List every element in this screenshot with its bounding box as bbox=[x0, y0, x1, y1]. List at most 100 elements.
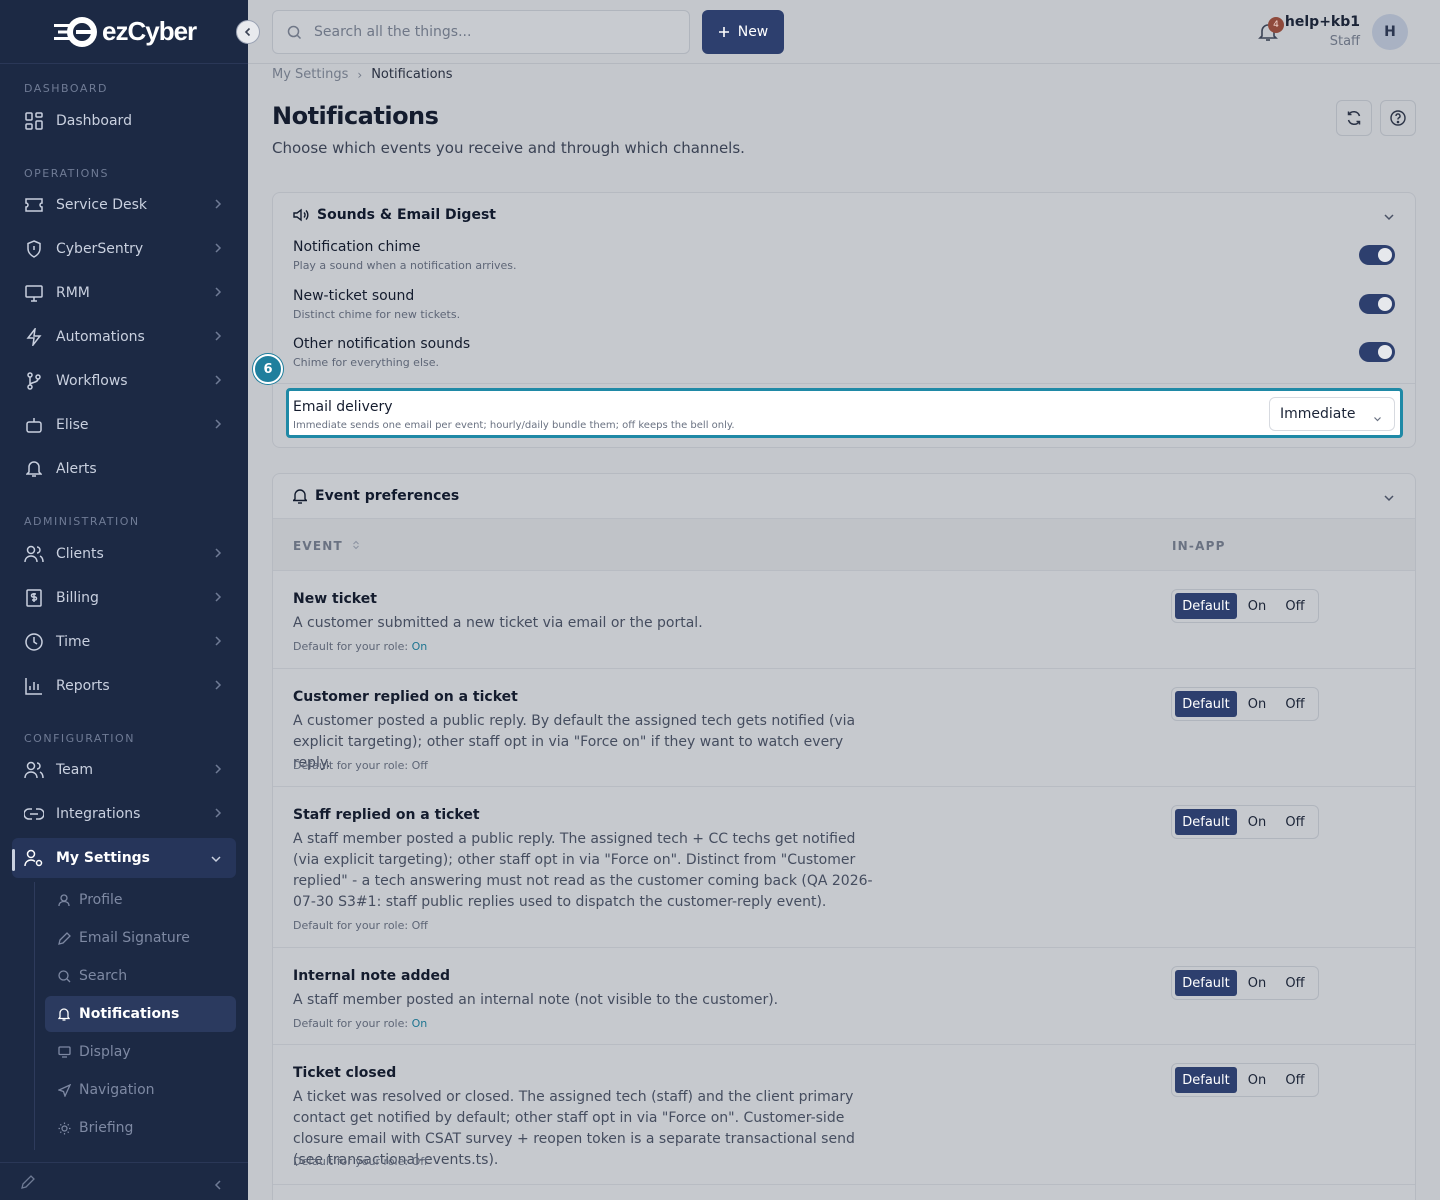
sidebar-item-rmm[interactable]: RMM bbox=[12, 273, 236, 313]
setting-title: Notification chime bbox=[293, 239, 421, 255]
help-button[interactable] bbox=[1380, 100, 1416, 136]
submenu-guide-line bbox=[34, 882, 35, 1150]
option-default[interactable]: Default bbox=[1175, 809, 1237, 835]
sidebar-item-cybersentry[interactable]: CyberSentry bbox=[12, 229, 236, 269]
logo-mark-icon bbox=[54, 15, 100, 49]
column-header-event[interactable]: EVENT bbox=[293, 539, 360, 553]
sidebar-item-label: CyberSentry bbox=[56, 241, 144, 257]
sidebar-subitem-profile[interactable]: Profile bbox=[45, 882, 236, 918]
sidebar-subitem-navigation[interactable]: Navigation bbox=[45, 1072, 236, 1108]
table-row: Ticket closed A ticket was resolved or c… bbox=[273, 1045, 1415, 1185]
sidebar-item-elise[interactable]: Elise bbox=[12, 405, 236, 445]
option-default[interactable]: Default bbox=[1175, 691, 1237, 717]
event-title: New ticket bbox=[293, 591, 377, 607]
option-on[interactable]: On bbox=[1237, 970, 1277, 996]
option-off[interactable]: Off bbox=[1277, 1067, 1313, 1093]
sidebar-item-clients[interactable]: Clients bbox=[12, 534, 236, 574]
collapse-sidebar-icon[interactable] bbox=[214, 1176, 222, 1195]
chevron-down-icon[interactable] bbox=[1383, 490, 1395, 506]
sidebar-subitem-briefing[interactable]: Briefing bbox=[45, 1110, 236, 1146]
in-app-segmented-control: Default On Off bbox=[1171, 966, 1319, 1000]
clock-icon bbox=[24, 632, 44, 652]
role-value: Off bbox=[411, 1155, 428, 1168]
setting-description: Chime for everything else. bbox=[293, 356, 439, 369]
sidebar-item-label: Alerts bbox=[56, 461, 97, 477]
sidebar-subitem-label: Email Signature bbox=[79, 930, 190, 946]
chevron-right-icon bbox=[214, 547, 222, 563]
sidebar-subitem-search[interactable]: Search bbox=[45, 958, 236, 994]
page-subtitle: Choose which events you receive and thro… bbox=[272, 139, 745, 157]
refresh-icon bbox=[1346, 110, 1362, 126]
events-card-header[interactable]: Event preferences bbox=[273, 474, 1415, 518]
step-marker-badge: 6 bbox=[253, 354, 283, 384]
avatar[interactable]: H bbox=[1372, 14, 1408, 50]
option-off[interactable]: Off bbox=[1277, 691, 1313, 717]
option-default[interactable]: Default bbox=[1175, 593, 1237, 619]
speaker-icon bbox=[293, 208, 309, 222]
brand-logo[interactable]: ezCyber bbox=[0, 0, 248, 64]
sidebar-item-my-settings[interactable]: My Settings bbox=[12, 838, 236, 878]
other-sounds-toggle[interactable] bbox=[1359, 342, 1395, 362]
notification-count-badge: 4 bbox=[1268, 17, 1284, 33]
setting-description: Play a sound when a notification arrives… bbox=[293, 259, 517, 272]
option-on[interactable]: On bbox=[1237, 809, 1277, 835]
notifications-button[interactable]: 4 bbox=[1256, 17, 1284, 44]
role-value: Off bbox=[411, 919, 428, 932]
chevron-right-icon bbox=[214, 242, 222, 258]
sidebar-item-alerts[interactable]: Alerts bbox=[12, 449, 236, 489]
sidebar-item-reports[interactable]: Reports bbox=[12, 666, 236, 706]
page-title: Notifications bbox=[272, 102, 439, 130]
user-name: help+kb1 bbox=[1284, 14, 1360, 30]
sidebar-footer bbox=[0, 1162, 248, 1200]
notification-chime-toggle[interactable] bbox=[1359, 245, 1395, 265]
event-description: A staff member posted a public reply. Th… bbox=[293, 831, 873, 910]
sidebar-item-billing[interactable]: Billing bbox=[12, 578, 236, 618]
breadcrumb-parent[interactable]: My Settings bbox=[272, 67, 348, 82]
option-on[interactable]: On bbox=[1237, 593, 1277, 619]
monitor-icon bbox=[24, 283, 44, 303]
sidebar-subitem-notifications[interactable]: Notifications bbox=[45, 996, 236, 1032]
email-delivery-title: Email delivery bbox=[293, 399, 393, 415]
user-cog-icon bbox=[24, 848, 44, 868]
option-off[interactable]: Off bbox=[1277, 970, 1313, 996]
sidebar-toggle-button[interactable] bbox=[236, 20, 260, 44]
refresh-button[interactable] bbox=[1336, 100, 1372, 136]
option-default[interactable]: Default bbox=[1175, 970, 1237, 996]
user-info[interactable]: help+kb1 Staff bbox=[1285, 14, 1360, 49]
sidebar-item-automations[interactable]: Automations bbox=[12, 317, 236, 357]
option-off[interactable]: Off bbox=[1277, 809, 1313, 835]
chevron-right-icon bbox=[214, 763, 222, 779]
option-on[interactable]: On bbox=[1237, 1067, 1277, 1093]
sidebar-item-time[interactable]: Time bbox=[12, 622, 236, 662]
email-delivery-select[interactable]: Immediate bbox=[1269, 397, 1395, 431]
chevron-right-icon bbox=[214, 635, 222, 651]
option-off[interactable]: Off bbox=[1277, 593, 1313, 619]
shield-icon bbox=[24, 239, 44, 259]
sidebar-subitem-label: Briefing bbox=[79, 1120, 134, 1136]
sidebar-item-integrations[interactable]: Integrations bbox=[12, 794, 236, 834]
sidebar-item-label: Clients bbox=[56, 546, 104, 562]
sidebar-item-team[interactable]: Team bbox=[12, 750, 236, 790]
sidebar-item-service-desk[interactable]: Service Desk bbox=[12, 185, 236, 225]
search-input[interactable]: Search all the things... bbox=[272, 10, 690, 54]
new-button[interactable]: New bbox=[702, 10, 784, 54]
divider bbox=[273, 383, 1415, 384]
main-content: Search all the things... New 4 help+kb1 … bbox=[248, 0, 1440, 1200]
event-role-default: Default for your role: Off bbox=[293, 759, 428, 772]
breadcrumb-current: Notifications bbox=[371, 67, 453, 82]
chevron-down-icon[interactable] bbox=[1383, 209, 1395, 225]
sidebar-item-workflows[interactable]: Workflows bbox=[12, 361, 236, 401]
event-role-default: Default for your role: On bbox=[293, 640, 427, 653]
option-default[interactable]: Default bbox=[1175, 1067, 1237, 1093]
link-icon bbox=[24, 804, 44, 824]
chevron-right-icon bbox=[214, 591, 222, 607]
sidebar-subitem-email-signature[interactable]: Email Signature bbox=[45, 920, 236, 956]
sidebar-item-dashboard[interactable]: Dashboard bbox=[12, 101, 236, 141]
option-on[interactable]: On bbox=[1237, 691, 1277, 717]
edit-icon[interactable] bbox=[20, 1174, 36, 1194]
sounds-card-header[interactable]: Sounds & Email Digest bbox=[273, 193, 1415, 237]
new-ticket-sound-toggle[interactable] bbox=[1359, 294, 1395, 314]
in-app-segmented-control: Default On Off bbox=[1171, 805, 1319, 839]
setting-new-ticket-sound: New-ticket sound Distinct chime for new … bbox=[293, 288, 460, 321]
sidebar-subitem-display[interactable]: Display bbox=[45, 1034, 236, 1070]
